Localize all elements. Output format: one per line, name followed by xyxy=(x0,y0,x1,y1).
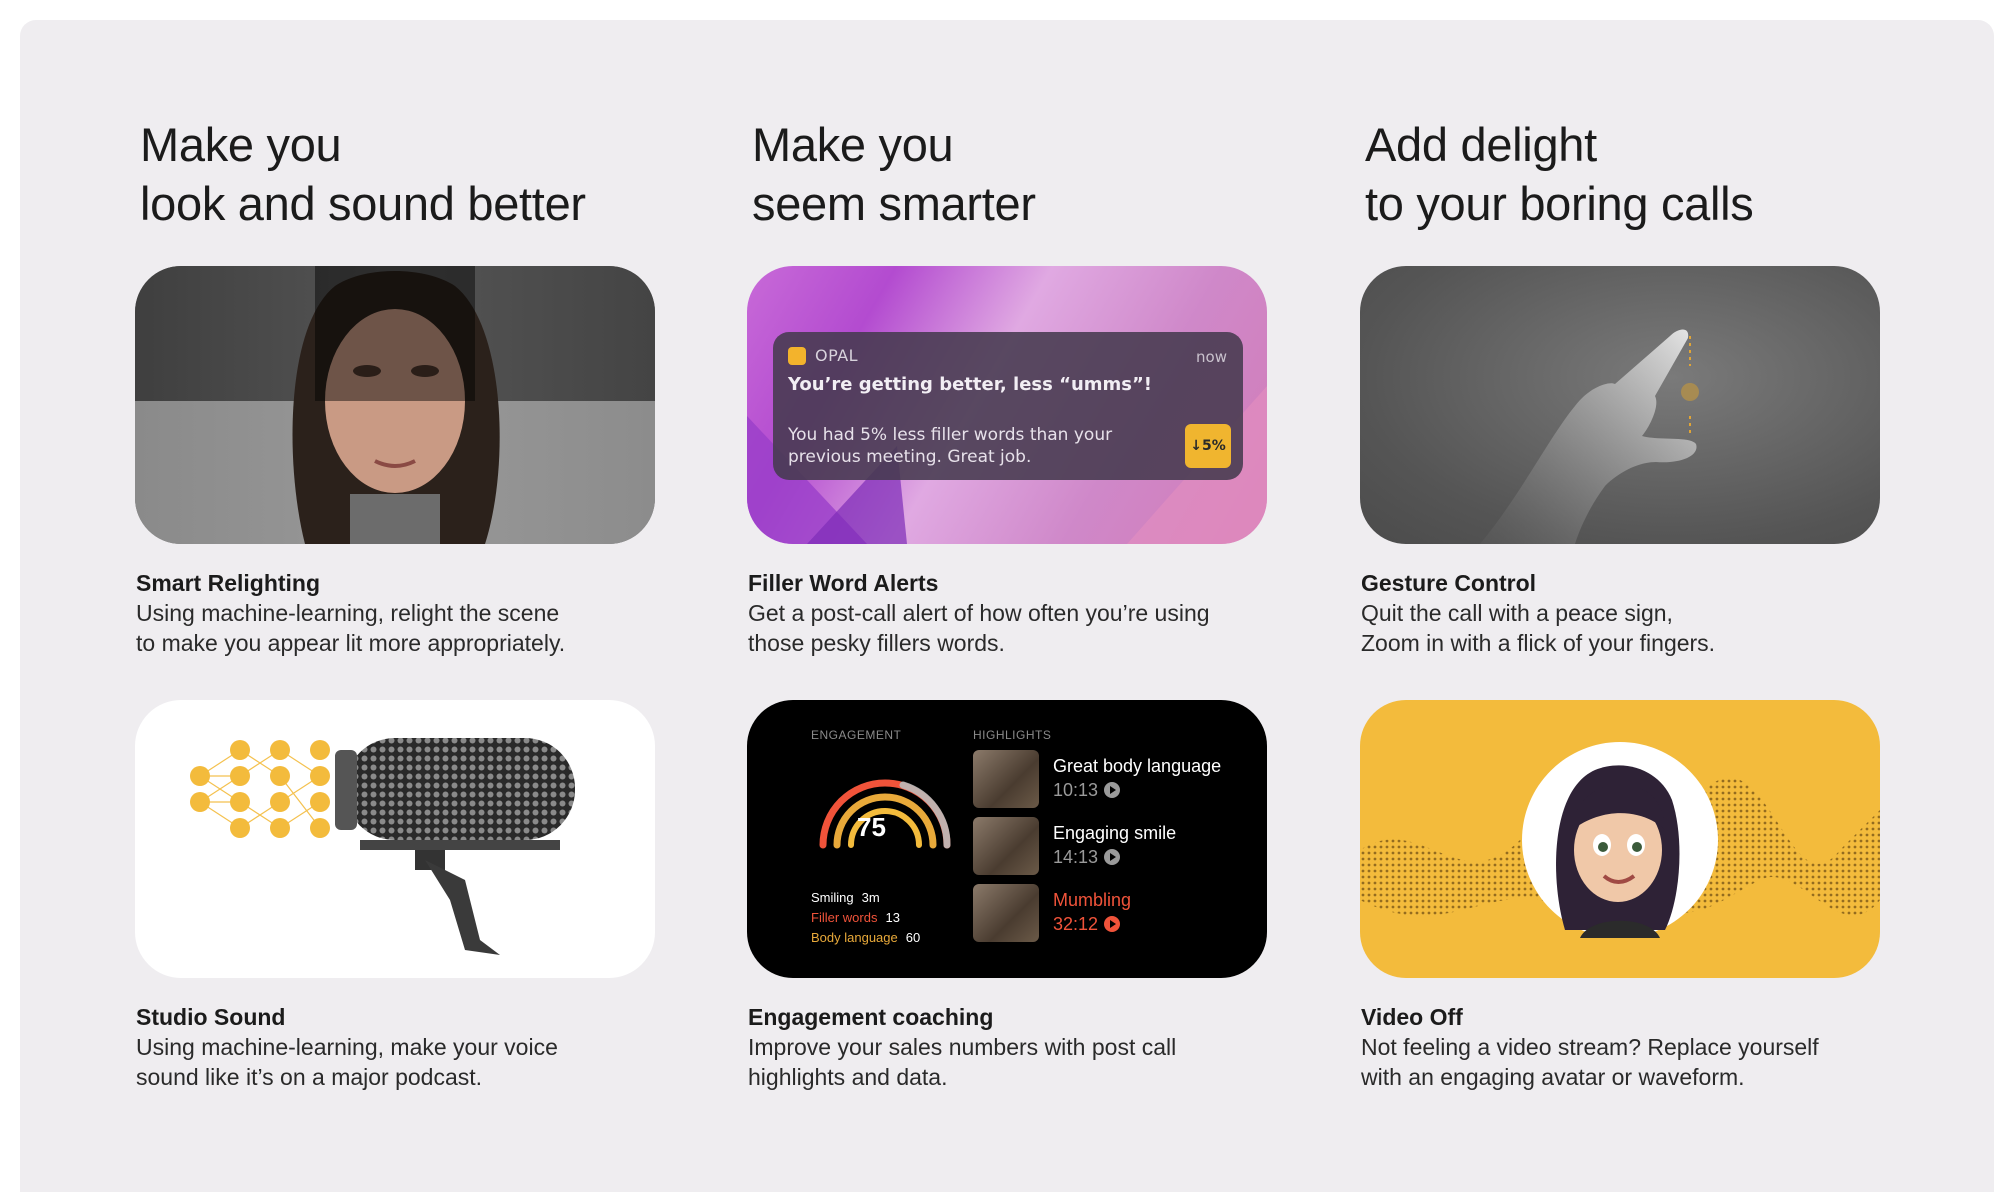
title-line: Make you xyxy=(752,118,954,171)
column-title-smarter: Make you seem smarter xyxy=(752,115,1036,233)
highlight-time: 32:12 xyxy=(1053,914,1121,935)
feature-desc: Improve your sales numbers with post cal… xyxy=(748,1034,1177,1060)
feature-desc: highlights and data. xyxy=(748,1064,948,1090)
play-icon[interactable] xyxy=(1104,782,1121,798)
feature-title: Video Off xyxy=(1361,1004,1463,1030)
stat-body-language: Body language 60 xyxy=(811,930,921,945)
video-off-caption: Video Off Not feeling a video stream? Re… xyxy=(1361,1002,1921,1092)
feature-desc: Using machine-learning, relight the scen… xyxy=(136,600,560,626)
engagement-score: 75 xyxy=(857,812,886,842)
highlights-label: HIGHLIGHTS xyxy=(973,728,1052,742)
notification-body: You had 5% less filler words than your p… xyxy=(788,425,1113,467)
column-title-look-sound: Make you look and sound better xyxy=(140,115,586,233)
neural-net-icon xyxy=(199,749,321,829)
microphone-icon xyxy=(335,738,575,955)
highlight-title: Great body language xyxy=(1053,756,1222,776)
engagement-card: ENGAGEMENT HIGHLIGHTS 75 Smiling 3m Fille… xyxy=(747,700,1267,978)
highlight-time: 10:13 xyxy=(1053,780,1121,801)
title-line: Add delight xyxy=(1365,118,1597,171)
highlight-title: Engaging smile xyxy=(1053,823,1177,843)
feature-title: Smart Relighting xyxy=(136,570,321,596)
highlight-time: 14:13 xyxy=(1053,847,1121,868)
feature-panel: Make you look and sound better Make you … xyxy=(20,20,1994,1192)
feature-desc: with an engaging avatar or waveform. xyxy=(1361,1064,1745,1090)
highlight-item[interactable]: Mumbling 32:12 xyxy=(973,884,1253,942)
notification-card[interactable]: OPAL now You’re getting better, less “um… xyxy=(773,332,1243,480)
play-icon[interactable] xyxy=(1104,849,1121,865)
engagement-label: ENGAGEMENT xyxy=(811,728,902,742)
feature-desc: those pesky fillers words. xyxy=(748,630,1005,656)
title-line: seem smarter xyxy=(752,177,1036,230)
feature-desc: Quit the call with a peace sign, xyxy=(1361,600,1673,626)
notification-headline: You’re getting better, less “umms”! xyxy=(788,374,1153,395)
highlight-title: Mumbling xyxy=(1053,890,1132,910)
waveform-avatar xyxy=(1360,742,1880,938)
notification-app-name: OPAL xyxy=(815,346,859,365)
studio-sound-card xyxy=(135,700,655,978)
feature-desc: sound like it’s on a major podcast. xyxy=(136,1064,483,1090)
stat-smiling: Smiling 3m xyxy=(811,890,880,905)
highlight-thumbnail xyxy=(973,884,1039,942)
column-title-delight: Add delight to your boring calls xyxy=(1365,115,1754,233)
hand-gesture-icon xyxy=(1480,329,1699,544)
feature-title: Gesture Control xyxy=(1361,570,1537,596)
engagement-caption: Engagement coaching Improve your sales n… xyxy=(748,1002,1308,1092)
feature-title: Engagement coaching xyxy=(748,1004,994,1030)
highlight-thumbnail xyxy=(973,750,1039,808)
app-icon xyxy=(788,347,806,365)
title-line: look and sound better xyxy=(140,177,586,230)
gesture-control-card xyxy=(1360,266,1880,544)
feature-desc: to make you appear lit more appropriatel… xyxy=(136,630,566,656)
filler-word-caption: Filler Word Alerts Get a post-call alert… xyxy=(748,568,1308,658)
video-off-card xyxy=(1360,700,1880,978)
notification-time: now xyxy=(1196,348,1227,366)
feature-desc: Using machine-learning, make your voice xyxy=(136,1034,558,1060)
play-icon[interactable] xyxy=(1104,916,1121,932)
feature-desc: Zoom in with a flick of your fingers. xyxy=(1361,630,1716,656)
feature-desc: Get a post-call alert of how often you’r… xyxy=(748,600,1210,626)
stat-filler-words: Filler words 13 xyxy=(811,910,900,925)
highlight-thumbnail xyxy=(973,817,1039,875)
smart-relighting-caption: Smart Relighting Using machine-learning,… xyxy=(136,568,696,658)
smart-relighting-card xyxy=(135,266,655,544)
portrait-illustration xyxy=(292,266,500,544)
studio-sound-caption: Studio Sound Using machine-learning, mak… xyxy=(136,1002,696,1092)
feature-title: Studio Sound xyxy=(136,1004,286,1030)
feature-title: Filler Word Alerts xyxy=(748,570,939,596)
avatar-icon xyxy=(1556,765,1680,938)
title-line: Make you xyxy=(140,118,342,171)
title-line: to your boring calls xyxy=(1365,177,1754,230)
filler-word-card: OPAL now You’re getting better, less “um… xyxy=(747,266,1267,544)
gesture-control-caption: Gesture Control Quit the call with a pea… xyxy=(1361,568,1921,658)
highlight-item[interactable]: Great body language 10:13 xyxy=(973,750,1253,808)
highlight-item[interactable]: Engaging smile 14:13 xyxy=(973,817,1253,875)
feature-desc: Not feeling a video stream? Replace your… xyxy=(1361,1034,1819,1060)
notification-badge: ↓5% xyxy=(1185,424,1231,468)
studio-sound-illustration xyxy=(190,738,575,955)
